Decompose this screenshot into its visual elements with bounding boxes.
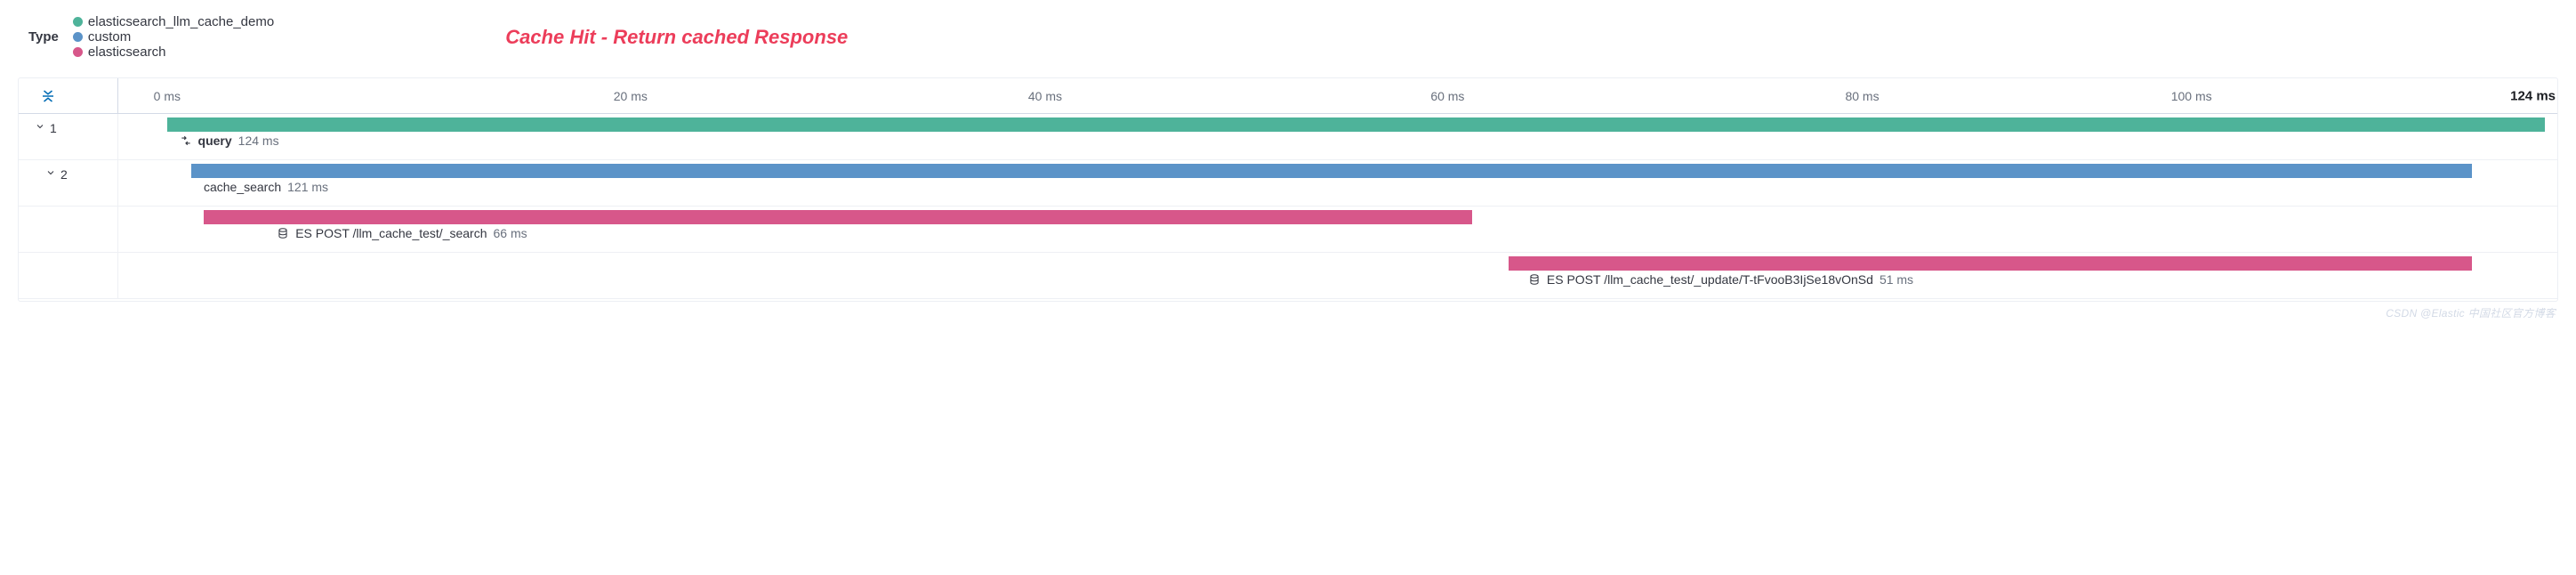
- axis-total: 124 ms: [2510, 88, 2557, 103]
- chevron-down-icon: [35, 121, 45, 132]
- time-axis: 100 ms 80 ms 60 ms 40 ms 20 ms 0 ms 124 ms: [19, 78, 2557, 114]
- legend-label: elasticsearch_llm_cache_demo: [88, 14, 274, 29]
- axis-toggle[interactable]: [19, 78, 118, 113]
- span-name: cache_search: [204, 180, 281, 194]
- watermark: CSDN @Elastic 中国社区官方博客: [2386, 305, 2556, 320]
- span-label: ES POST /llm_cache_test/_search 66 ms: [277, 226, 527, 240]
- span-label: query 124 ms: [180, 134, 279, 148]
- row-index: 1: [50, 121, 57, 135]
- axis-tick: 60 ms: [1430, 89, 1464, 103]
- row-track: ES POST /llm_cache_test/_search 66 ms: [118, 207, 2557, 252]
- row-track: ES POST /llm_cache_test/_update/T-tFvooB…: [118, 253, 2557, 298]
- waterfall-frame: 100 ms 80 ms 60 ms 40 ms 20 ms 0 ms 124 ms 1 q…: [18, 77, 2558, 302]
- axis-tick: 100 ms: [2171, 89, 2212, 103]
- span-row[interactable]: 2 cache_search 121 ms: [19, 160, 2557, 207]
- span-duration: 121 ms: [287, 180, 328, 194]
- span-row[interactable]: 1 query 124 ms: [19, 114, 2557, 160]
- row-toggle: [19, 253, 118, 298]
- span-rows: 1 query 124 ms 2 cache_search 121 ms ES POST /…: [19, 114, 2557, 299]
- span-bar[interactable]: [191, 164, 2472, 178]
- legend-header: Type elasticsearch_llm_cache_demo custom…: [18, 11, 2558, 77]
- axis-tick: 0 ms: [154, 89, 181, 103]
- span-duration: 66 ms: [494, 226, 527, 240]
- legend-item[interactable]: elasticsearch: [73, 45, 274, 60]
- span-name: ES POST /llm_cache_test/_update/T-tFvooB…: [1547, 272, 1873, 287]
- row-toggle: [19, 207, 118, 252]
- legend-dot-icon: [73, 47, 83, 57]
- span-duration: 51 ms: [1880, 272, 1913, 287]
- row-toggle[interactable]: 2: [19, 160, 118, 206]
- axis-tick: 80 ms: [1845, 89, 1879, 103]
- span-duration: 124 ms: [238, 134, 279, 148]
- span-name: query: [198, 134, 232, 148]
- legend-label: custom: [88, 29, 131, 45]
- span-label: ES POST /llm_cache_test/_update/T-tFvooB…: [1528, 272, 1913, 287]
- legend-item[interactable]: custom: [73, 29, 274, 45]
- legend-dot-icon: [73, 17, 83, 27]
- legend-item[interactable]: elasticsearch_llm_cache_demo: [73, 14, 274, 29]
- row-track: cache_search 121 ms: [118, 160, 2557, 206]
- page-title: Cache Hit - Return cached Response: [505, 26, 848, 49]
- row-index: 2: [60, 167, 68, 182]
- axis-ticks: 100 ms 80 ms 60 ms 40 ms 20 ms 0 ms 124 ms: [118, 78, 2557, 113]
- request-icon: [180, 134, 192, 147]
- legend-title: Type: [28, 29, 59, 45]
- collapse-all-icon: [40, 88, 56, 104]
- db-icon: [277, 227, 289, 239]
- span-bar[interactable]: [204, 210, 1472, 224]
- span-bar[interactable]: [167, 117, 2545, 132]
- legend-dot-icon: [73, 32, 83, 42]
- row-track: query 124 ms: [118, 114, 2557, 159]
- span-label: cache_search 121 ms: [204, 180, 328, 194]
- chevron-down-icon: [45, 167, 56, 178]
- span-row[interactable]: ES POST /llm_cache_test/_search 66 ms: [19, 207, 2557, 253]
- row-toggle[interactable]: 1: [19, 114, 118, 159]
- axis-tick: 20 ms: [614, 89, 648, 103]
- span-row[interactable]: ES POST /llm_cache_test/_update/T-tFvooB…: [19, 253, 2557, 299]
- span-name: ES POST /llm_cache_test/_search: [295, 226, 487, 240]
- db-icon: [1528, 273, 1541, 286]
- legend-label: elasticsearch: [88, 45, 166, 60]
- axis-tick: 40 ms: [1028, 89, 1062, 103]
- span-bar[interactable]: [1509, 256, 2472, 271]
